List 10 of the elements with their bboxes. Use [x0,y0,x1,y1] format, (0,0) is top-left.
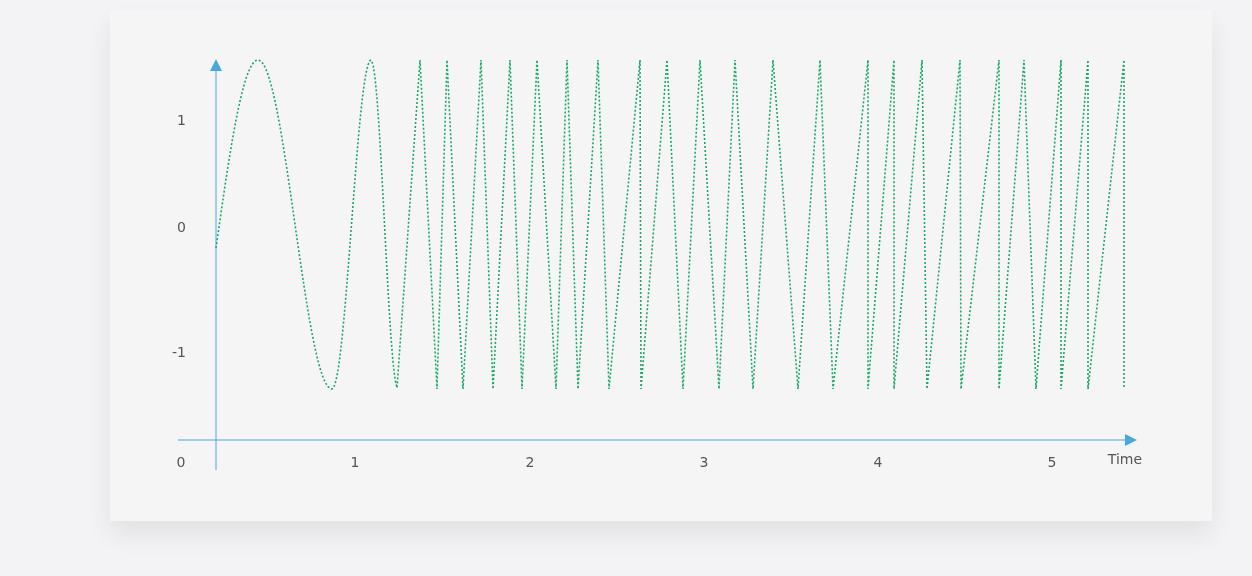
y-tick-label: 0 [177,219,186,235]
axis-title: Time [1107,451,1143,467]
y-tick-label: 1 [177,112,186,128]
x-tick-label: 3 [699,454,709,470]
x-tick-label: 2 [525,454,535,470]
x-tick-label: 4 [873,454,883,470]
y-tick-label: -1 [172,344,186,360]
x-tick-label: 0 [176,454,186,470]
x-tick-label: 5 [1047,454,1057,470]
x-tick-label: 1 [350,454,360,470]
